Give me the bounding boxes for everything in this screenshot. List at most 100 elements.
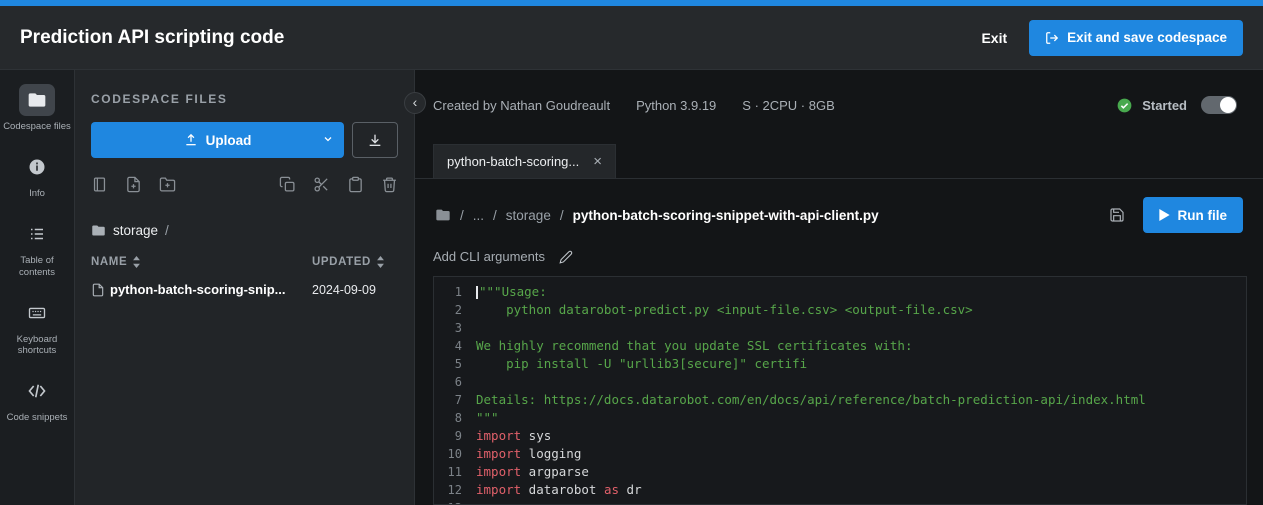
new-notebook-button[interactable]: [91, 176, 108, 193]
code-text: import datarobot as dr: [476, 481, 642, 499]
code-text: Details: https://docs.datarobot.com/en/d…: [476, 391, 1146, 409]
sort-icon: [376, 256, 385, 268]
save-file-button[interactable]: [1109, 207, 1125, 223]
tab-python-batch-scoring[interactable]: python-batch-scoring... ×: [433, 144, 616, 178]
rail-item-code-snippets[interactable]: Code snippets: [0, 375, 74, 424]
code-text: We highly recommend that you update SSL …: [476, 337, 913, 355]
text-cursor: [476, 286, 478, 299]
page-title: Prediction API scripting code: [20, 27, 284, 49]
upload-row: Upload: [91, 122, 398, 158]
line-number: 11: [434, 463, 476, 481]
code-icon: [19, 375, 55, 407]
folder-icon: [19, 84, 55, 116]
download-button[interactable]: [352, 122, 398, 158]
line-number: 13: [434, 499, 476, 505]
rail-label: Codespace files: [0, 121, 74, 133]
trash-icon: [381, 176, 398, 193]
cli-arguments-label: Add CLI arguments: [433, 249, 545, 264]
code-text: import argparse: [476, 463, 589, 481]
list-icon: [19, 218, 55, 250]
code-editor[interactable]: 1"""Usage:2 python datarobot-predict.py …: [433, 276, 1247, 505]
cut-button[interactable]: [313, 176, 330, 193]
line-number: 6: [434, 373, 476, 391]
breadcrumb-ellipsis[interactable]: ...: [473, 208, 484, 223]
file-name-cell: python-batch-scoring-snip...: [91, 282, 312, 297]
close-icon[interactable]: ×: [593, 154, 602, 169]
collapse-sidebar-button[interactable]: ‹: [404, 92, 426, 114]
line-number: 1: [434, 283, 476, 301]
code-lines: 1"""Usage:2 python datarobot-predict.py …: [434, 283, 1246, 505]
rail-item-table-of-contents[interactable]: Table of contents: [0, 218, 74, 279]
line-number: 7: [434, 391, 476, 409]
file-updated-date: 2024-09-09: [312, 283, 376, 297]
code-text: import logging: [476, 445, 581, 463]
breadcrumb-separator: /: [493, 208, 497, 223]
file-breadcrumb-row: / ... / storage / python-batch-scoring-s…: [415, 179, 1263, 233]
code-line: 8""": [434, 409, 1246, 427]
folder-icon: [435, 207, 451, 223]
breadcrumb-separator: /: [165, 223, 169, 238]
file-updated-cell: 2024-09-09: [312, 283, 398, 297]
rail-label: Code snippets: [4, 412, 71, 424]
file-icon: [91, 283, 105, 297]
code-text: """: [476, 409, 499, 427]
save-icon: [1109, 207, 1125, 223]
edit-cli-arguments-button[interactable]: [559, 250, 573, 264]
folder-icon: [91, 223, 106, 238]
line-number: 8: [434, 409, 476, 427]
info-icon: [19, 151, 55, 183]
delete-button[interactable]: [381, 176, 398, 193]
paste-button[interactable]: [347, 176, 364, 193]
code-line: 1"""Usage:: [434, 283, 1246, 301]
rail-item-keyboard-shortcuts[interactable]: Keyboard shortcuts: [0, 297, 74, 358]
new-folder-button[interactable]: [159, 176, 176, 193]
copy-icon: [279, 176, 296, 193]
name-column-header[interactable]: NAME: [91, 256, 312, 268]
breadcrumb-separator: /: [560, 208, 564, 223]
edit-actions: [279, 176, 398, 193]
exit-save-button[interactable]: Exit and save codespace: [1029, 20, 1243, 56]
code-text: import sys: [476, 427, 551, 445]
download-icon: [367, 132, 383, 148]
file-plus-icon: [125, 176, 142, 193]
sort-icon: [132, 256, 141, 268]
line-number: 2: [434, 301, 476, 319]
code-text: python datarobot-predict.py <input-file.…: [476, 301, 973, 319]
code-line: 5 pip install -U "urllib3[secure]" certi…: [434, 355, 1246, 373]
upload-button[interactable]: Upload: [91, 122, 344, 158]
codespace-power-toggle[interactable]: [1201, 96, 1237, 114]
tab-bar: python-batch-scoring... ×: [415, 144, 1263, 179]
exit-button[interactable]: Exit: [981, 30, 1007, 46]
run-file-label: Run file: [1178, 208, 1228, 223]
check-circle-icon: [1117, 98, 1132, 113]
pencil-icon: [559, 250, 573, 264]
code-line: 11import argparse: [434, 463, 1246, 481]
status-controls: Started: [1117, 96, 1237, 114]
storage-folder-label: storage: [113, 223, 158, 238]
file-list-header: NAME UPDATED: [91, 256, 398, 268]
file-list-item[interactable]: python-batch-scoring-snip... 2024-09-09: [91, 282, 398, 297]
updated-column-header[interactable]: UPDATED: [312, 256, 398, 268]
status-badge: Started: [1142, 98, 1187, 113]
rail-item-codespace-files[interactable]: Codespace files: [0, 84, 74, 133]
updated-header-label: UPDATED: [312, 256, 371, 268]
scissors-icon: [313, 176, 330, 193]
tab-label: python-batch-scoring...: [447, 154, 579, 169]
rail-item-info[interactable]: Info: [0, 151, 74, 200]
code-line: 6: [434, 373, 1246, 391]
storage-breadcrumb[interactable]: storage /: [91, 223, 398, 238]
left-rail: Codespace files Info Table of contents K…: [0, 70, 75, 505]
run-file-button[interactable]: Run file: [1143, 197, 1244, 233]
codespace-meta-row: Created by Nathan Goudreault Python 3.9.…: [415, 70, 1263, 114]
breadcrumb-separator: /: [460, 208, 464, 223]
code-line: 12import datarobot as dr: [434, 481, 1246, 499]
upload-icon: [184, 133, 198, 147]
created-by-label: Created by Nathan Goudreault: [433, 98, 610, 113]
duplicate-button[interactable]: [279, 176, 296, 193]
code-line: 2 python datarobot-predict.py <input-fil…: [434, 301, 1246, 319]
code-text: """Usage:: [476, 283, 547, 301]
chevron-down-icon[interactable]: [322, 133, 334, 145]
header-actions: Exit Exit and save codespace: [981, 20, 1243, 56]
new-file-button[interactable]: [125, 176, 142, 193]
breadcrumb-storage[interactable]: storage: [506, 208, 551, 223]
